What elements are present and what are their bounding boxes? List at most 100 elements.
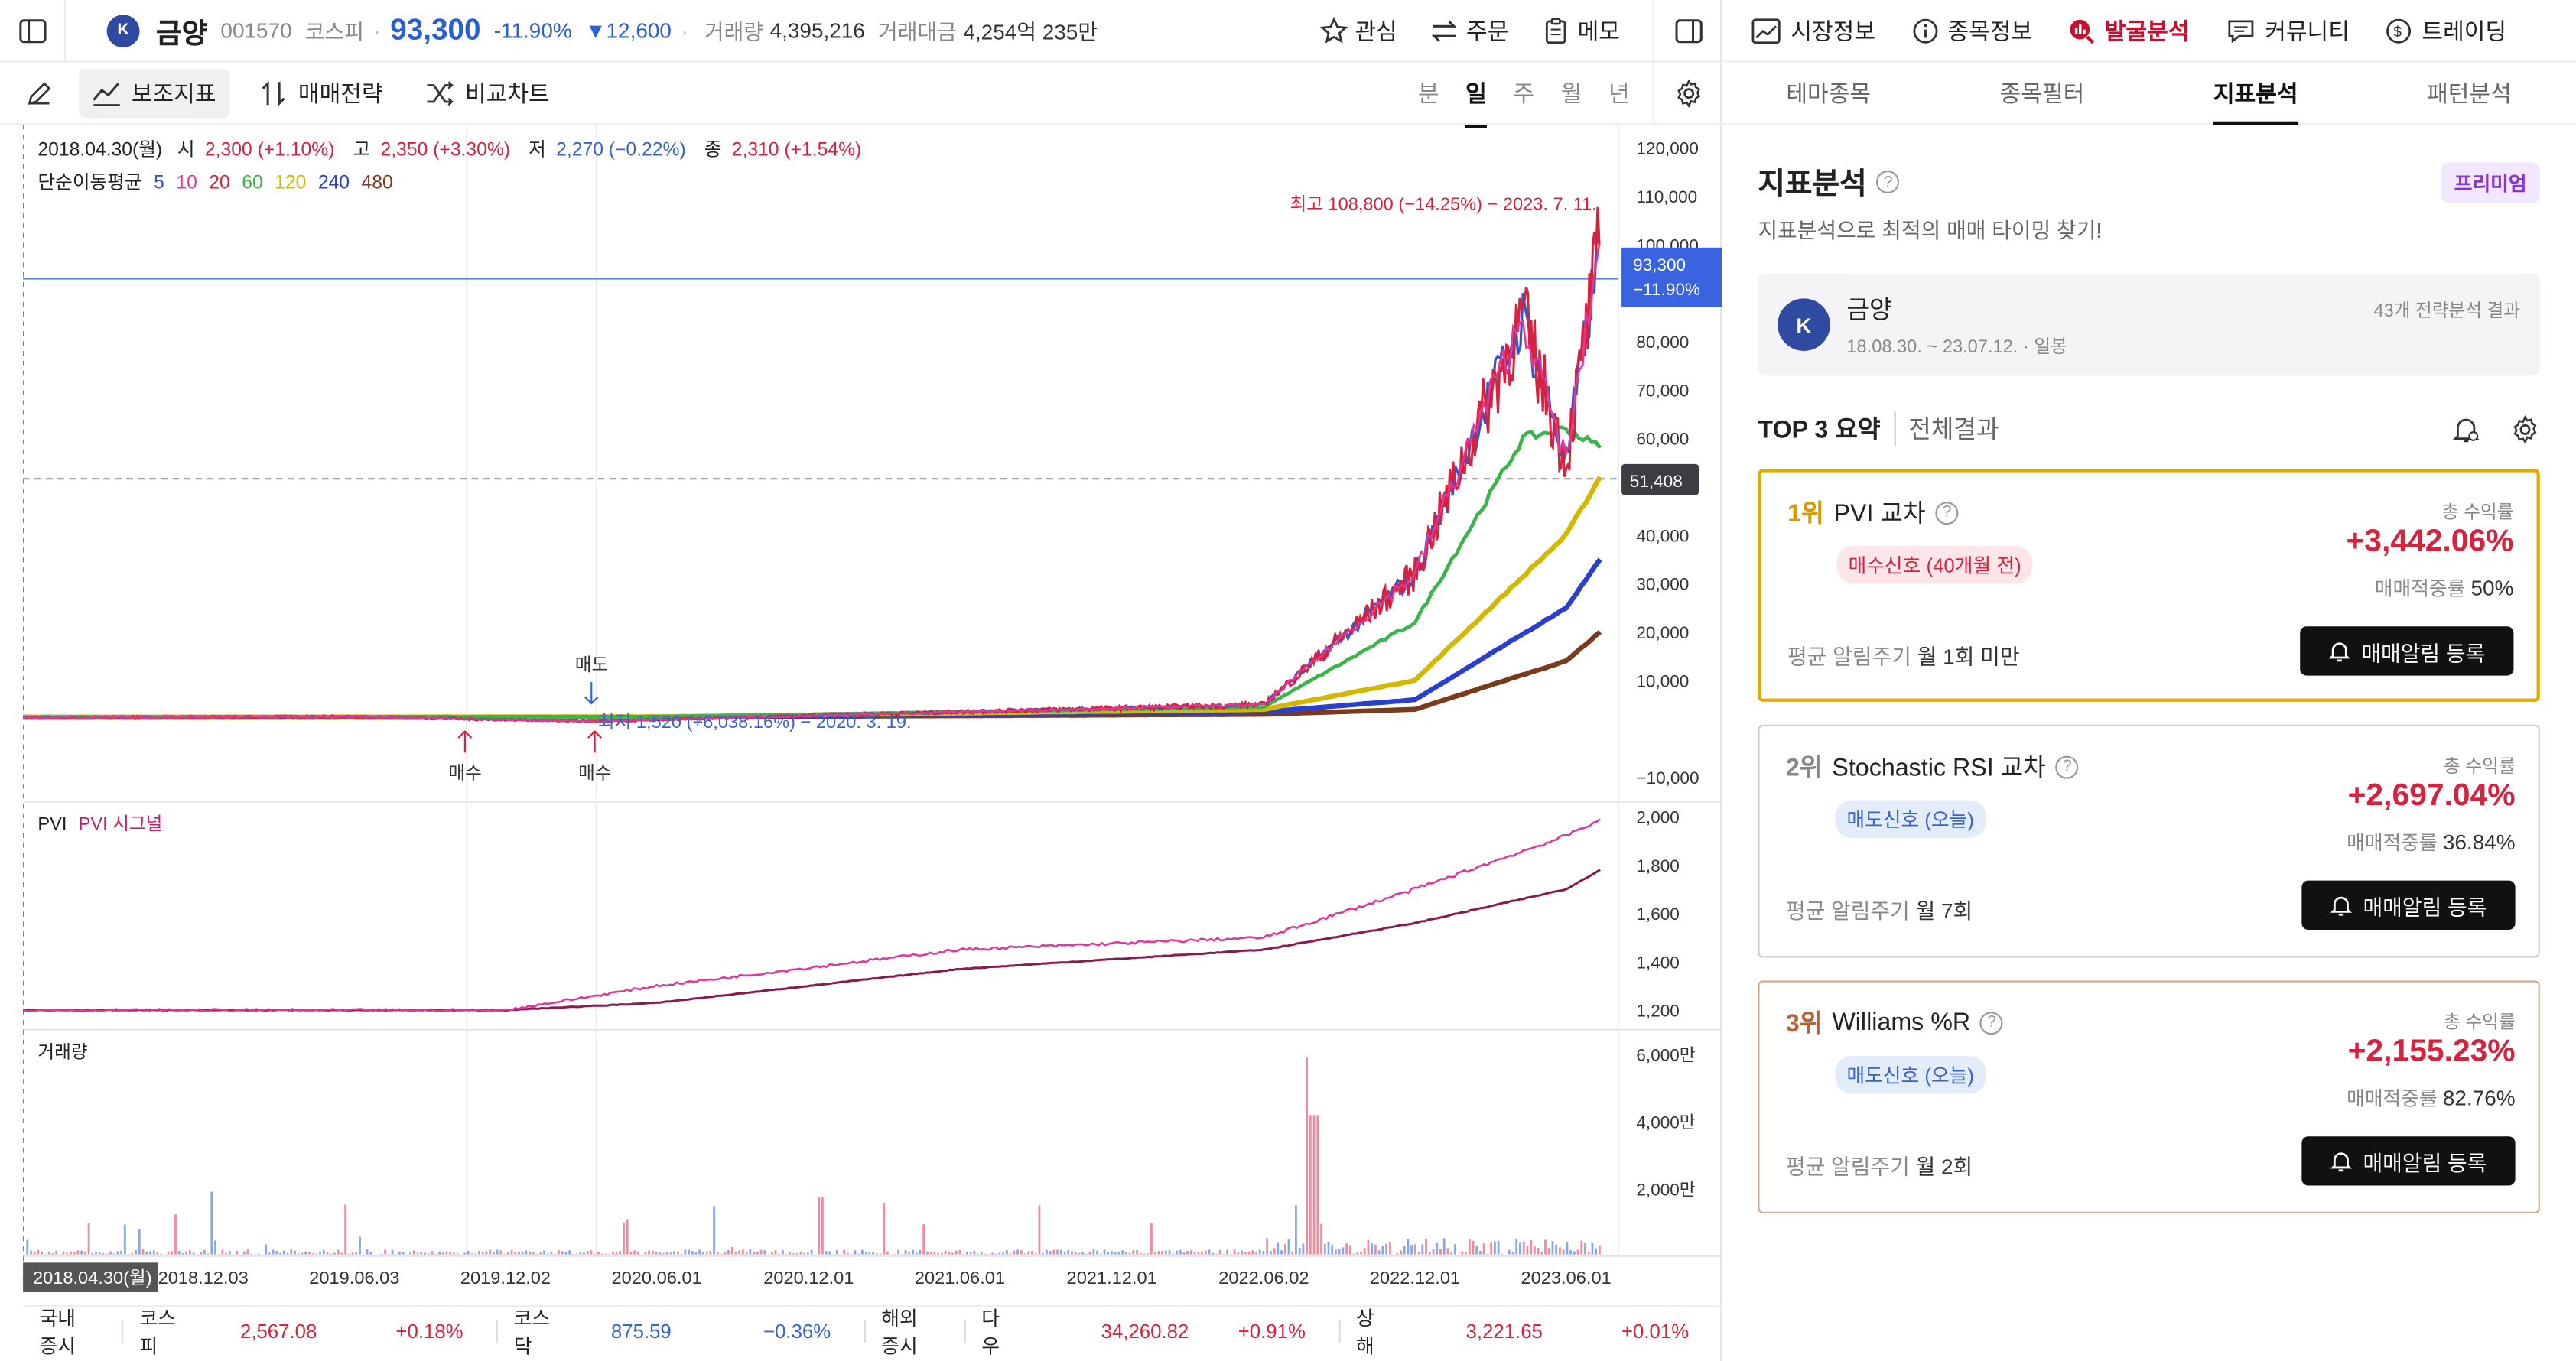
volume-bar [33, 1251, 36, 1255]
volume-bar [1530, 1239, 1533, 1255]
volume-bar [420, 1252, 423, 1255]
price-tick-label: 10,000 [1636, 671, 1689, 690]
help-icon[interactable]: ? [1876, 171, 1900, 194]
volume-bar [604, 1253, 607, 1255]
volume-bar [1139, 1252, 1142, 1255]
total-return-label: 총 수익률 [2444, 757, 2516, 778]
volume-bar [673, 1251, 676, 1255]
volume-bar [268, 1252, 271, 1255]
chart-area[interactable]: 2018.04.30(월) 시 2,300 (+1.10%) 고 2,350 (… [21, 124, 1722, 1292]
top3-tab[interactable]: TOP 3 요약 [1758, 411, 1880, 446]
volume-bar [91, 1252, 94, 1255]
watch-button[interactable]: 관심 [1319, 14, 1397, 47]
sidebar-toggle-button[interactable] [0, 0, 66, 62]
kospi-label[interactable]: 코스피 [139, 1303, 181, 1359]
order-button[interactable]: 주문 [1430, 14, 1508, 47]
period-minute[interactable]: 분 [1405, 76, 1452, 109]
volume-bar [1515, 1238, 1518, 1255]
volume-bar [698, 1249, 701, 1255]
volume-bar [174, 1214, 177, 1255]
volume-bar [1381, 1246, 1384, 1255]
result-card-3[interactable]: 3위 Williams %R ? 매도신호 (오늘) 총 수익률 +2,155.… [1758, 980, 2540, 1214]
separator [864, 1319, 865, 1343]
nav-market-info[interactable]: 시장정보 [1751, 14, 1875, 47]
volume-bar [340, 1252, 343, 1255]
volume-bar [1190, 1250, 1192, 1255]
volume-bar [481, 1252, 484, 1255]
result-card-1[interactable]: 1위 PVI 교차 ? 매수신호 (40개월 전) 총 수익률 +3,442.0… [1758, 469, 2540, 702]
volume-bar [908, 1251, 911, 1255]
volume-bar [1150, 1223, 1153, 1255]
signal-badge: 매도신호 (오늘) [1835, 1056, 1986, 1094]
dow-label[interactable]: 다우 [981, 1303, 1009, 1359]
register-alert-button[interactable]: 매매알림 등록 [2301, 1136, 2516, 1186]
change-pct: -11.90% [493, 18, 572, 43]
period-week[interactable]: 주 [1500, 76, 1547, 109]
period-month[interactable]: 월 [1547, 76, 1595, 109]
volume-bar [694, 1252, 698, 1255]
shanghai-label[interactable]: 상해 [1356, 1303, 1384, 1359]
volume-bar [1479, 1251, 1482, 1255]
result-card-2[interactable]: 2위 Stochastic RSI 교차 ? 매도신호 (오늘) 총 수익률 +… [1758, 724, 2540, 958]
compare-button[interactable]: 비교차트 [412, 68, 563, 117]
gear-icon[interactable] [2510, 414, 2540, 444]
volume-bar [1269, 1251, 1272, 1255]
date-axis: 2018.12.03 2019.06.03 2019.12.02 2020.06.01… [158, 1268, 1612, 1288]
volume-bar [424, 1252, 426, 1255]
price-chart[interactable]: 2018.04.30(월) 시 2,300 (+1.10%) 고 2,350 (… [21, 124, 1722, 1305]
volume-bar [1056, 1249, 1059, 1255]
all-results-tab[interactable]: 전체결과 [1893, 411, 1999, 447]
memo-button[interactable]: 메모 [1541, 14, 1620, 47]
volume-bar [478, 1251, 480, 1255]
total-return-label: 총 수익률 [2441, 503, 2514, 524]
register-alert-button[interactable]: 매매알림 등록 [2300, 626, 2514, 676]
chart-settings-button[interactable] [1652, 61, 1722, 124]
nav-stock-info[interactable]: 종목정보 [1911, 14, 2032, 47]
tab-theme[interactable]: 테마종목 [1722, 61, 1935, 123]
volume-bar [1034, 1252, 1037, 1255]
star-icon [1319, 15, 1348, 43]
volume-bar [734, 1252, 737, 1255]
panel-toggle-button[interactable] [1652, 0, 1722, 62]
volume-bar [1215, 1253, 1218, 1255]
help-icon[interactable]: ? [2055, 755, 2079, 778]
accuracy: 매매적중률 36.84% [2347, 830, 2516, 855]
volume-bar [1547, 1248, 1550, 1255]
strategy-button[interactable]: 매매전략 [246, 68, 396, 117]
volume-bar [669, 1252, 672, 1255]
price-tick-label: 20,000 [1636, 623, 1689, 642]
draw-button[interactable] [0, 78, 79, 108]
volume-bar [1338, 1249, 1341, 1255]
nav-discovery[interactable]: 발굴분석 [2068, 14, 2189, 47]
kosdaq-label[interactable]: 코스닥 [514, 1303, 555, 1359]
volume-bar [1164, 1250, 1167, 1255]
register-alert-button[interactable]: 매매알림 등록 [2301, 880, 2516, 930]
volume-bar [1013, 1250, 1016, 1255]
period-day[interactable]: 일 [1452, 76, 1500, 128]
card-strategy-name: Stochastic RSI 교차 [1832, 754, 2046, 782]
nav-community[interactable]: 커뮤니티 [2226, 14, 2350, 47]
tab-filter[interactable]: 종목필터 [1935, 61, 2148, 123]
help-icon[interactable]: ? [1980, 1011, 2004, 1035]
ma-120-line [22, 476, 1602, 720]
volume-bar [619, 1251, 622, 1255]
premium-badge: 프리미엄 [2441, 161, 2540, 203]
volume-bar [1009, 1253, 1012, 1255]
volume-bar [282, 1250, 285, 1255]
volume-bar [1453, 1244, 1456, 1255]
volume-bar [1356, 1252, 1359, 1255]
help-icon[interactable]: ? [1935, 501, 1959, 525]
volume-bar [1475, 1246, 1478, 1255]
volume-bar [510, 1250, 513, 1255]
volume-bar [633, 1250, 636, 1255]
date-tick-label: 2019.12.02 [460, 1268, 551, 1288]
stock-name[interactable]: 금양 [156, 10, 207, 51]
nav-trading[interactable]: $ 트레이딩 [2386, 14, 2506, 47]
tab-pattern-analysis[interactable]: 패턴분석 [2363, 61, 2576, 123]
indicator-button[interactable]: 보조지표 [79, 68, 229, 118]
bell-settings-icon[interactable] [2451, 414, 2481, 444]
volume-bar [1172, 1253, 1175, 1255]
volume-bar [1442, 1238, 1446, 1255]
tab-indicator-analysis[interactable]: 지표분석 [2149, 61, 2363, 124]
period-year[interactable]: 년 [1595, 76, 1643, 109]
